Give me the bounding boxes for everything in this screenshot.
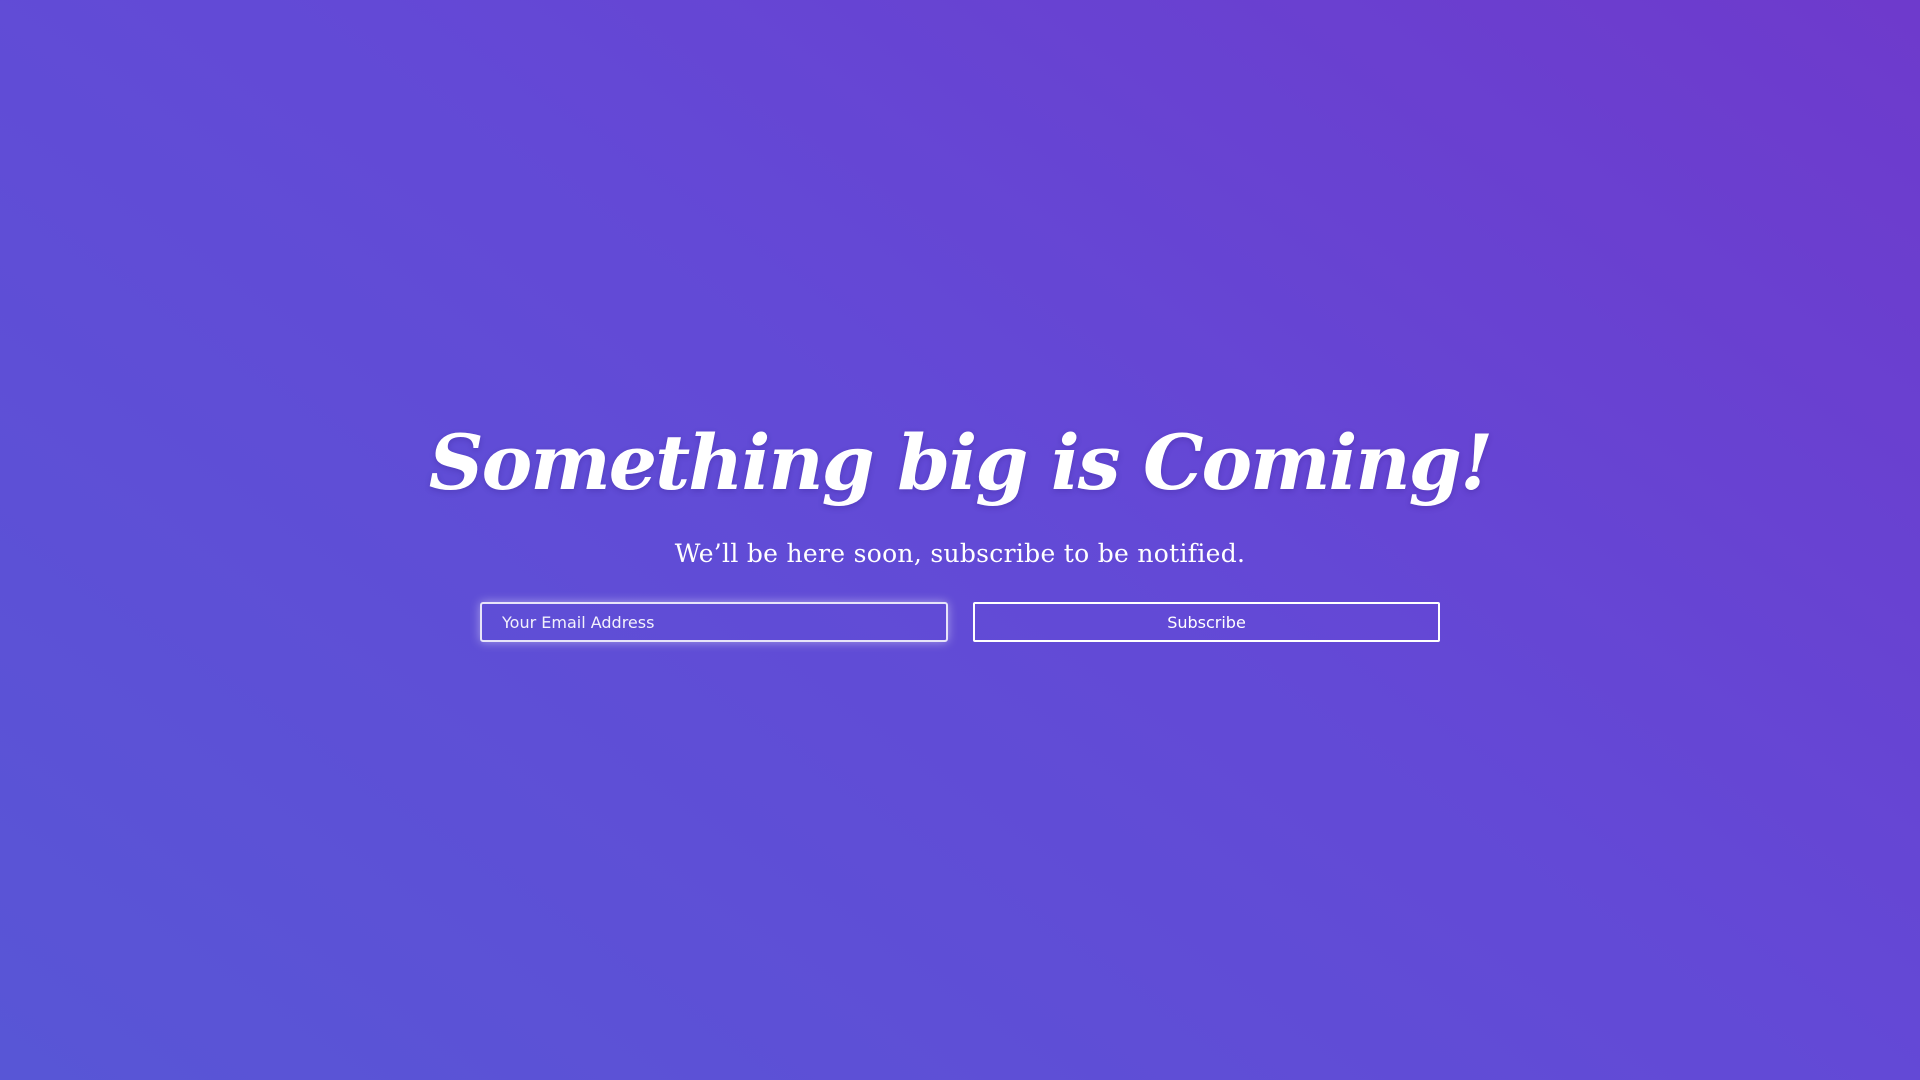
page-title: Something big is Coming!: [428, 418, 1493, 507]
subscribe-button[interactable]: Subscribe: [973, 602, 1440, 642]
subscribe-form: Subscribe: [480, 602, 1440, 642]
coming-soon-hero: Something big is Coming! We’ll be here s…: [0, 0, 1920, 1080]
subtitle: We’ll be here soon, subscribe to be noti…: [674, 539, 1246, 568]
email-field[interactable]: [480, 602, 948, 642]
